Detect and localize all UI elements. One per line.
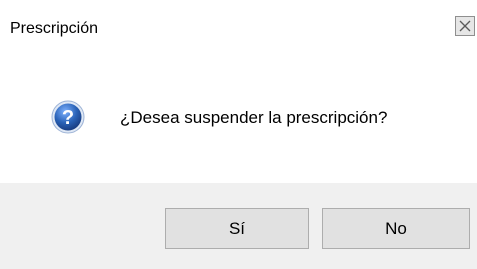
question-icon: ?	[51, 100, 85, 134]
close-button[interactable]	[455, 16, 475, 36]
window-title: Prescripción	[10, 20, 99, 37]
dialog-content: ? ¿Desea suspender la prescripción?	[0, 46, 477, 183]
confirm-dialog: Prescripción ? ¿Desea suspender la presc…	[0, 0, 477, 269]
close-icon	[459, 20, 471, 32]
title-bar[interactable]: Prescripción	[0, 0, 477, 46]
no-button[interactable]: No	[322, 208, 470, 249]
yes-button[interactable]: Sí	[165, 208, 309, 249]
button-bar: Sí No	[0, 183, 477, 269]
dialog-message: ¿Desea suspender la prescripción?	[120, 108, 388, 127]
svg-text:?: ?	[62, 107, 74, 129]
